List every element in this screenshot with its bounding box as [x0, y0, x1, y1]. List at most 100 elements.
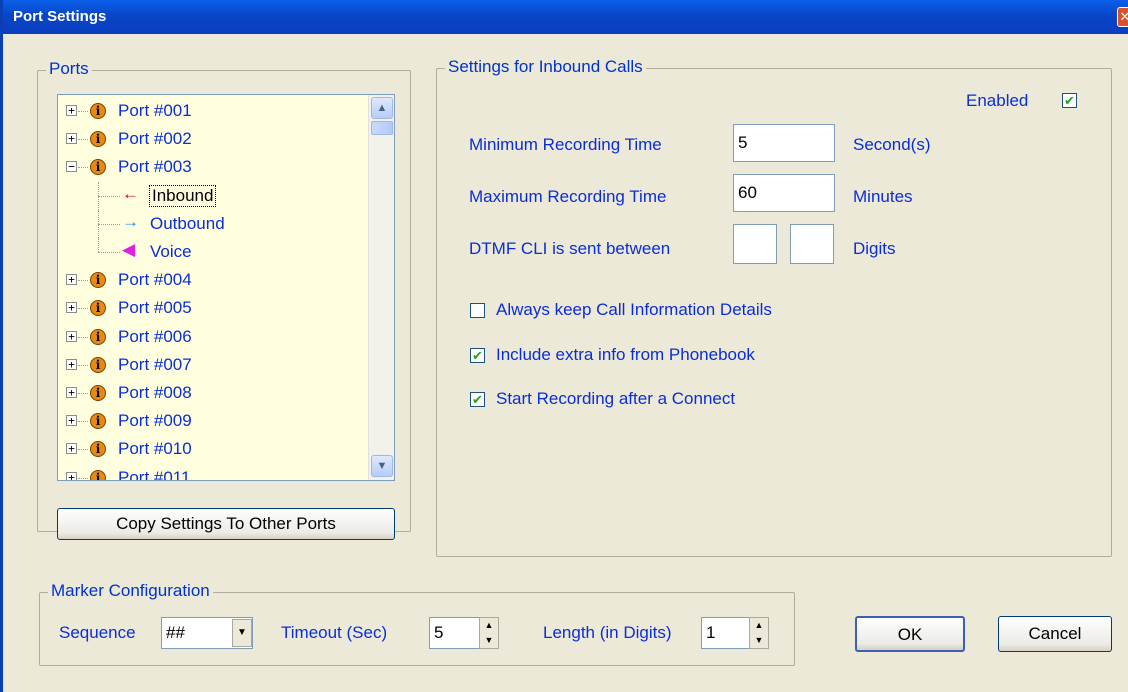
- copy-settings-label: Copy Settings To Other Ports: [116, 514, 336, 533]
- max-recording-label: Maximum Recording Time: [469, 187, 667, 206]
- timeout-input[interactable]: 5: [429, 617, 481, 649]
- scroll-thumb[interactable]: [371, 121, 393, 135]
- dtmf-to-input[interactable]: [790, 224, 834, 264]
- tree-port-item[interactable]: + i Port #005: [58, 294, 368, 322]
- sequence-dropdown-button[interactable]: ▼: [232, 619, 252, 647]
- marker-config-group: Marker Configuration: [39, 581, 795, 666]
- tree-connector: [98, 195, 120, 197]
- expand-icon[interactable]: +: [66, 443, 77, 455]
- dtmf-from-input[interactable]: [733, 224, 777, 264]
- expand-icon[interactable]: +: [66, 302, 77, 314]
- spin-up-icon[interactable]: ▲: [480, 618, 498, 633]
- scroll-down-button[interactable]: ▼: [371, 455, 393, 477]
- min-recording-input[interactable]: 5: [733, 124, 835, 162]
- tree-connector: [78, 280, 88, 282]
- tree-child-label: Voice: [150, 242, 192, 261]
- tree-port-item[interactable]: − i Port #003: [58, 153, 368, 181]
- ok-label: OK: [897, 625, 923, 644]
- info-icon: i: [90, 385, 106, 401]
- chevron-down-icon: ▼: [376, 460, 388, 472]
- info-icon: i: [90, 328, 106, 345]
- tree-connector: [98, 223, 120, 225]
- tree-connector: [98, 238, 99, 252]
- min-recording-label: Minimum Recording Time: [469, 135, 662, 154]
- close-icon: ✕: [1119, 9, 1128, 24]
- tree-connector: [78, 477, 88, 479]
- expand-icon[interactable]: +: [66, 274, 77, 286]
- expand-icon[interactable]: +: [66, 358, 77, 370]
- tree-connector: [78, 364, 88, 366]
- option-checkbox[interactable]: [470, 303, 485, 318]
- tree-connector: [78, 167, 88, 169]
- spin-down-icon[interactable]: ▼: [750, 633, 768, 648]
- expand-icon[interactable]: +: [66, 415, 77, 427]
- tree-connector: [78, 421, 88, 423]
- spin-up-icon[interactable]: ▲: [750, 618, 768, 633]
- chevron-down-icon: ▼: [237, 627, 247, 638]
- length-spinner[interactable]: ▲ ▼: [749, 617, 769, 649]
- window-title: Port Settings: [13, 8, 107, 25]
- info-icon: i: [90, 300, 106, 317]
- copy-settings-button[interactable]: Copy Settings To Other Ports: [57, 508, 395, 540]
- tree-port-item[interactable]: + i Port #004: [58, 266, 368, 294]
- tree-port-label: Port #007: [118, 354, 192, 374]
- spin-down-icon[interactable]: ▼: [480, 633, 498, 648]
- tree-child-item[interactable]: ◀ Voice: [58, 238, 368, 266]
- tree-scrollbar[interactable]: ▲ ▼: [368, 95, 394, 480]
- length-input[interactable]: 1: [701, 617, 751, 649]
- length-label: Length (in Digits): [543, 623, 672, 642]
- cancel-button[interactable]: Cancel: [998, 616, 1112, 652]
- tree-port-item[interactable]: + i Port #011: [58, 464, 368, 481]
- expand-icon[interactable]: +: [66, 133, 77, 145]
- expand-icon[interactable]: +: [66, 105, 77, 116]
- cancel-label: Cancel: [1028, 624, 1082, 643]
- info-icon: i: [90, 131, 106, 148]
- tree-child-item[interactable]: → Outbound: [58, 209, 368, 238]
- info-icon: i: [90, 413, 106, 430]
- tree-port-label: Port #002: [118, 129, 192, 149]
- marker-legend: Marker Configuration: [48, 581, 213, 601]
- tree-child-label: Inbound: [148, 184, 217, 207]
- close-button[interactable]: ✕: [1117, 7, 1128, 27]
- tree-port-item[interactable]: + i Port #001: [58, 97, 368, 125]
- tree-port-label: Port #001: [118, 101, 192, 120]
- tree-port-item[interactable]: + i Port #002: [58, 125, 368, 153]
- tree-port-label: Port #004: [118, 270, 192, 290]
- inbound-legend: Settings for Inbound Calls: [445, 57, 646, 77]
- tree-port-label: Port #011: [118, 467, 191, 481]
- check-icon: ✔: [472, 392, 483, 407]
- timeout-spinner[interactable]: ▲ ▼: [479, 617, 499, 649]
- timeout-label: Timeout (Sec): [281, 623, 388, 642]
- title-bar[interactable]: Port Settings: [3, 0, 1128, 34]
- max-recording-input[interactable]: 60: [733, 174, 835, 212]
- tree-port-item[interactable]: + i Port #010: [58, 435, 368, 463]
- ok-button[interactable]: OK: [855, 616, 965, 652]
- tree-port-item[interactable]: + i Port #008: [58, 379, 368, 407]
- tree-child-item[interactable]: ← Inbound: [58, 181, 368, 210]
- expand-icon[interactable]: +: [66, 387, 77, 398]
- option-checkbox[interactable]: ✔: [470, 348, 485, 363]
- tree-connector: [78, 308, 88, 310]
- outbound-arrow-icon: →: [122, 211, 139, 231]
- tree-port-label: Port #005: [118, 298, 192, 318]
- option-label[interactable]: Include extra info from Phonebook: [496, 345, 755, 365]
- option-checkbox[interactable]: ✔: [470, 392, 485, 407]
- ports-tree[interactable]: + i Port #001 + i Port #002 − i Port #003 ← Inboun…: [57, 94, 395, 481]
- scroll-up-button[interactable]: ▲: [371, 97, 393, 119]
- tree-port-item[interactable]: + i Port #006: [58, 323, 368, 351]
- ports-legend: Ports: [46, 59, 92, 79]
- tree-connector: [78, 139, 88, 141]
- expand-icon[interactable]: +: [66, 471, 77, 480]
- tree-connector: [98, 252, 120, 253]
- expand-icon[interactable]: +: [66, 330, 77, 342]
- info-icon: i: [90, 469, 106, 480]
- collapse-icon[interactable]: −: [66, 161, 77, 173]
- tree-connector: [78, 111, 88, 112]
- enabled-checkbox[interactable]: ✔: [1062, 93, 1077, 108]
- option-label[interactable]: Always keep Call Information Details: [496, 300, 772, 320]
- info-icon: i: [90, 272, 106, 289]
- tree-port-item[interactable]: + i Port #009: [58, 407, 368, 435]
- tree-port-label: Port #010: [118, 439, 192, 459]
- tree-port-item[interactable]: + i Port #007: [58, 351, 368, 379]
- option-label[interactable]: Start Recording after a Connect: [496, 389, 735, 409]
